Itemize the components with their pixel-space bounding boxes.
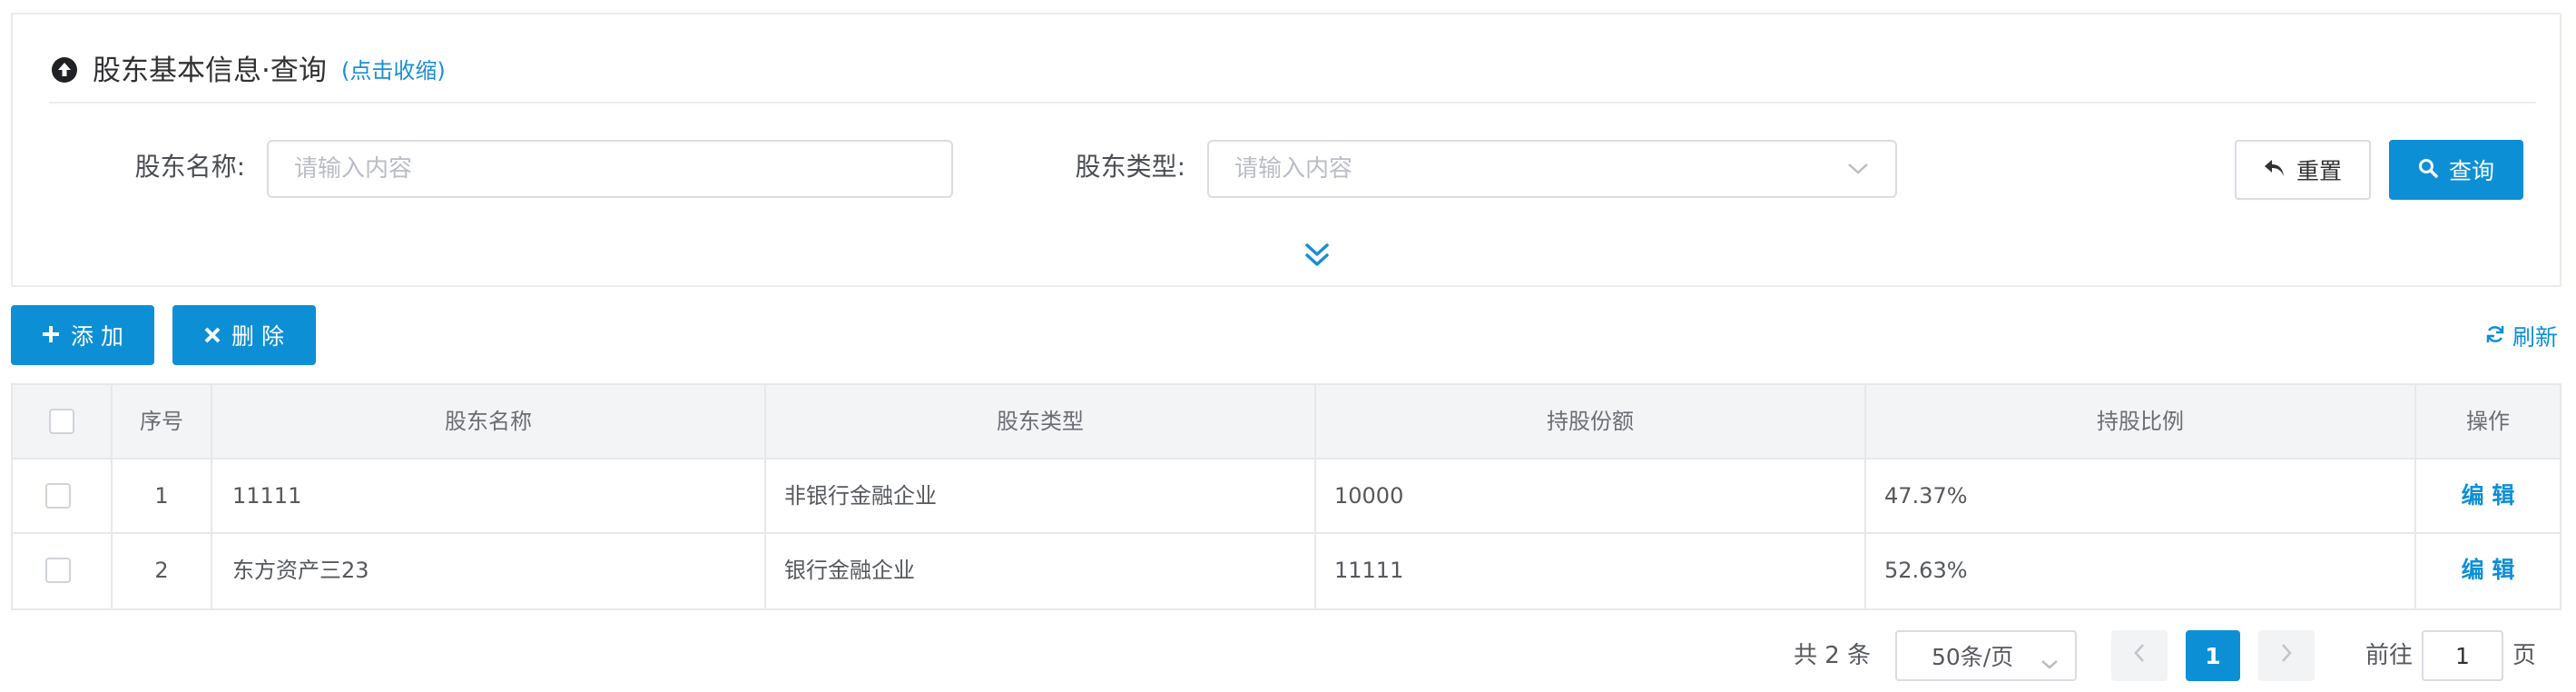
refresh-icon — [2485, 323, 2512, 350]
page-size-select[interactable]: 50条/页 — [1895, 630, 2077, 681]
select-placeholder: 请输入内容 — [1234, 155, 1353, 183]
chevron-left-icon — [2133, 643, 2146, 668]
panel-divider — [49, 102, 2536, 104]
search-label: 查询 — [2448, 158, 2494, 184]
cell-shareholder-type: 银行金融企业 — [784, 558, 915, 583]
goto-page-input[interactable] — [2422, 630, 2503, 681]
current-page-button[interactable]: 1 — [2186, 630, 2240, 681]
delete-button[interactable]: 删 除 — [172, 305, 316, 365]
edit-link[interactable]: 编 辑 — [2416, 460, 2560, 532]
cell-shares: 10000 — [1334, 483, 1404, 509]
select-all-checkbox[interactable] — [49, 409, 74, 434]
chevron-down-icon — [1846, 155, 1870, 183]
search-icon — [2418, 157, 2449, 183]
reset-button[interactable]: 重置 — [2235, 140, 2371, 200]
cell-index: 2 — [154, 558, 169, 583]
row-divider — [13, 458, 2560, 460]
cell-shareholder-name: 11111 — [232, 483, 302, 509]
cell-shareholder-name: 东方资产三23 — [232, 558, 369, 583]
header-ratio: 持股比例 — [2097, 409, 2184, 434]
header-actions: 操作 — [2466, 409, 2510, 434]
delete-label: 删 除 — [231, 323, 284, 350]
header-shareholder-type: 股东类型 — [997, 409, 1084, 434]
chevron-down-icon — [2040, 650, 2059, 677]
next-page-button[interactable] — [2258, 630, 2315, 681]
plus-icon — [42, 322, 71, 349]
pagination-total: 共 2 条 — [1794, 642, 1872, 669]
row-checkbox[interactable] — [45, 483, 71, 509]
close-icon — [204, 322, 231, 349]
cell-index: 1 — [154, 483, 169, 509]
search-button[interactable]: 查询 — [2389, 140, 2523, 200]
goto-prefix: 前往 — [2365, 642, 2414, 669]
add-label: 添 加 — [71, 323, 123, 350]
collapse-link[interactable]: (点击收缩) — [341, 55, 446, 86]
refresh-button[interactable]: 刷新 — [2485, 320, 2558, 352]
shareholder-name-input[interactable] — [267, 140, 953, 198]
cell-ratio: 47.37% — [1884, 483, 1968, 509]
page-size-label: 50条/页 — [1932, 644, 2014, 670]
header-index: 序号 — [140, 409, 183, 434]
reset-label: 重置 — [2296, 158, 2342, 184]
arrow-up-circle-icon[interactable] — [51, 56, 78, 84]
header-shareholder-name: 股东名称 — [445, 409, 532, 434]
edit-link[interactable]: 编 辑 — [2416, 534, 2560, 607]
cell-shareholder-type: 非银行金融企业 — [784, 483, 937, 509]
add-button[interactable]: 添 加 — [11, 305, 154, 365]
shareholder-name-label: 股东名称: — [134, 152, 245, 182]
row-checkbox[interactable] — [45, 558, 71, 583]
row-divider — [13, 532, 2560, 534]
prev-page-button[interactable] — [2111, 630, 2168, 681]
goto-suffix: 页 — [2512, 642, 2537, 669]
refresh-label: 刷新 — [2512, 324, 2559, 351]
cell-shares: 11111 — [1334, 558, 1404, 583]
panel-title: 股东基本信息·查询 — [93, 54, 327, 87]
shareholder-type-label: 股东类型: — [1075, 152, 1185, 182]
cell-ratio: 52.63% — [1884, 558, 1968, 583]
chevron-right-icon — [2280, 643, 2293, 668]
undo-arrow-icon — [2264, 157, 2296, 183]
shareholder-type-select[interactable]: 请输入内容 — [1207, 140, 1897, 198]
header-shares: 持股份额 — [1547, 409, 1634, 434]
double-chevron-down-icon[interactable] — [1303, 242, 1331, 269]
